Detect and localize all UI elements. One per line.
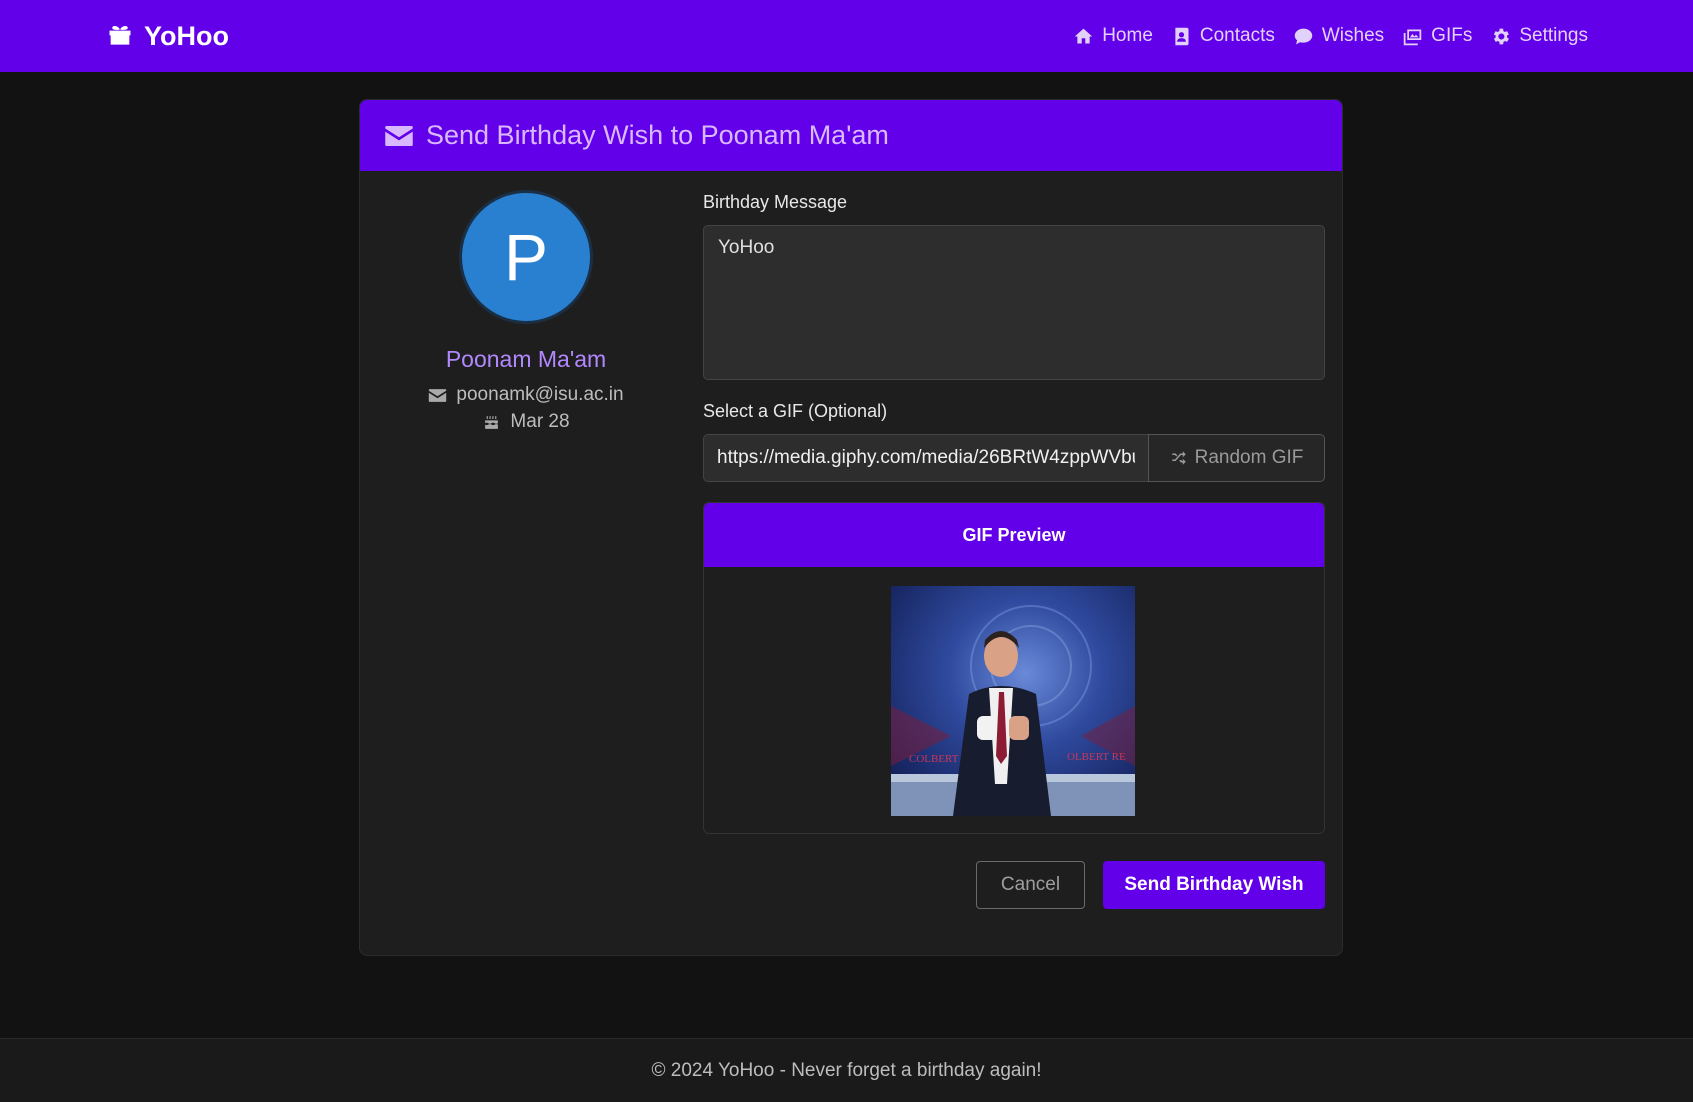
gif-preview-card: GIF Preview COLBERT OLBERT RE <box>703 502 1325 834</box>
contact-email-text: poonamk@isu.ac.in <box>456 384 624 405</box>
nav-home[interactable]: Home <box>1073 25 1153 47</box>
svg-text:OLBERT RE: OLBERT RE <box>1067 751 1126 763</box>
cancel-button[interactable]: Cancel <box>976 861 1085 909</box>
nav-gifs[interactable]: GIFs <box>1402 25 1472 47</box>
home-icon <box>1074 28 1093 43</box>
contact-birthday: Mar 28 <box>360 411 692 433</box>
contacts-icon <box>1175 27 1189 45</box>
contact-name: Poonam Ma'am <box>445 346 607 372</box>
send-wish-button[interactable]: Send Birthday Wish <box>1103 861 1325 909</box>
gift-icon <box>106 19 134 54</box>
gif-input-group: Random GIF <box>703 434 1325 482</box>
birthday-cake-icon <box>485 415 499 429</box>
svg-text:COLBERT: COLBERT <box>909 753 959 765</box>
contact-email: poonamk@isu.ac.in <box>360 384 692 406</box>
brand[interactable]: YoHoo <box>106 19 229 54</box>
message-label: Birthday Message <box>703 192 848 212</box>
nav-wishes[interactable]: Wishes <box>1293 25 1384 47</box>
gif-url-input[interactable] <box>703 434 1148 482</box>
navbar: YoHoo Home Contacts Wishes GIFs Settings <box>0 0 1693 72</box>
message-textarea[interactable]: YoHoo <box>703 225 1325 380</box>
nav-home-label: Home <box>1102 25 1153 46</box>
gif-label: Select a GIF (Optional) <box>703 401 888 421</box>
nav-gifs-label: GIFs <box>1431 25 1473 46</box>
wish-card: Send Birthday Wish to Poonam Ma'am P Poo… <box>359 99 1343 956</box>
chat-icon <box>1294 28 1313 44</box>
envelope-icon <box>429 388 447 402</box>
card-title: Send Birthday Wish to Poonam Ma'am <box>426 120 889 150</box>
nav-contacts-label: Contacts <box>1199 25 1275 46</box>
nav-settings[interactable]: Settings <box>1490 25 1588 47</box>
nav-wishes-label: Wishes <box>1321 25 1385 46</box>
contact-birthday-text: Mar 28 <box>510 411 570 432</box>
shuffle-icon <box>1171 451 1186 465</box>
nav-links: Home Contacts Wishes GIFs Settings <box>1073 25 1588 47</box>
avatar: P <box>459 190 593 324</box>
footer: © 2024 YoHoo - Never forget a birthday a… <box>0 1038 1693 1102</box>
gif-preview-image: COLBERT OLBERT RE <box>891 586 1135 816</box>
images-icon <box>1403 29 1422 45</box>
footer-text: © 2024 YoHoo - Never forget a birthday a… <box>651 1059 1042 1081</box>
random-gif-button[interactable]: Random GIF <box>1148 434 1325 482</box>
random-gif-label: Random GIF <box>1194 447 1304 468</box>
nav-settings-label: Settings <box>1519 25 1588 46</box>
gif-preview-header: GIF Preview <box>704 503 1324 567</box>
avatar-initial: P <box>503 220 549 294</box>
nav-contacts[interactable]: Contacts <box>1171 25 1275 47</box>
envelope-icon <box>385 125 413 146</box>
gear-icon <box>1494 28 1510 44</box>
card-header: Send Birthday Wish to Poonam Ma'am <box>360 100 1342 171</box>
brand-name: YoHoo <box>144 20 229 51</box>
